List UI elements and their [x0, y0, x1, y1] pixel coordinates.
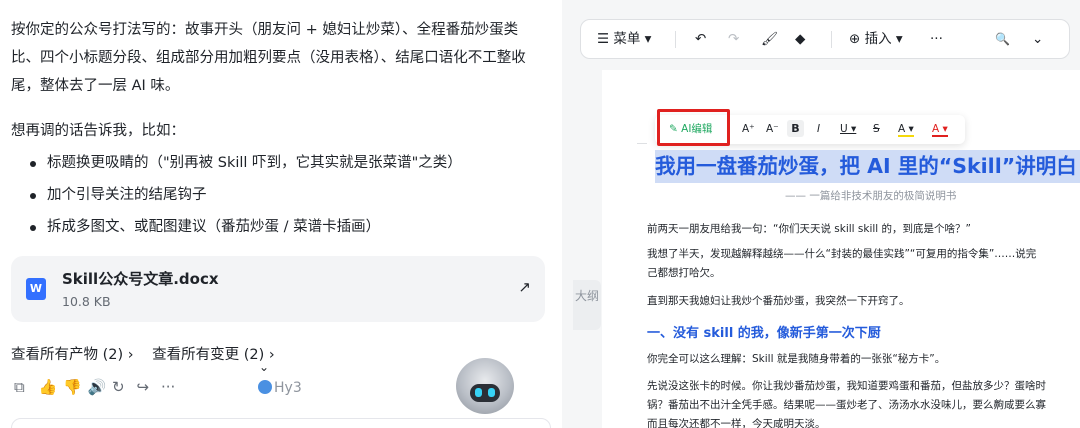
file-size: 10.8 KB	[62, 294, 111, 309]
document-subtitle[interactable]: —— 一篇给非技术朋友的极简说明书	[785, 188, 956, 203]
font-color-button[interactable]: A ▾	[932, 123, 948, 137]
chat-pane: 按你定的公众号打法写的：故事开头（朋友问 + 媳妇让炒菜）、全程番茄炒蛋类比、四…	[0, 0, 560, 428]
paragraph-line[interactable]: 先说没这张卡的时候。你让我炒番茄炒蛋，我知道要鸡蛋和番茄，但盐放多少？蛋啥时	[647, 378, 1046, 393]
thumbs-up-icon[interactable]: 👍	[39, 378, 64, 396]
word-document-icon: W	[26, 278, 46, 300]
underline-button[interactable]: U ▾	[840, 123, 856, 135]
insert-button[interactable]: ⊕ 插入 ▾	[849, 20, 903, 58]
avatar-eye	[475, 388, 482, 397]
scroll-down-icon[interactable]: ⌄	[256, 360, 272, 374]
bold-button[interactable]: B	[787, 120, 804, 137]
search-icon[interactable]: 🔍	[995, 20, 1010, 58]
paragraph-line[interactable]: 直到那天我媳妇让我炒个番茄炒蛋，我突然一下开窍了。	[647, 293, 910, 308]
assistant-message-paragraph: 按你定的公众号打法写的：故事开头（朋友问 + 媳妇让炒菜）、全程番茄炒蛋类比、四…	[11, 22, 526, 94]
paragraph-line[interactable]: 我想了半天，发现越解释越绕——什么“封装的最佳实践”“可复用的指令集”……说完	[647, 246, 1036, 261]
section-heading[interactable]: 一、没有 skill 的我，像新手第一次下厨	[647, 322, 881, 341]
file-attachment-card[interactable]: W Skill公众号文章.docx 10.8 KB ↗	[11, 256, 545, 322]
copy-icon[interactable]: ⧉	[14, 378, 39, 396]
paragraph-line[interactable]: 你完全可以这么理解：Skill 就是我随身带着的一张张“秘方卡”。	[647, 351, 945, 366]
paragraph-line[interactable]: 锅？番茄出不出汁全凭手感。结果呢——蛋炒老了、汤汤水水没味儿，要么齁咸要么寡	[647, 397, 1046, 412]
paragraph-line[interactable]: 而且每次还都不一样，今天咸明天淡。	[647, 416, 826, 428]
paragraph-line[interactable]: 己都想打哈欠。	[647, 265, 721, 280]
model-icon	[258, 380, 272, 394]
clear-format-icon[interactable]: ◆	[795, 20, 805, 58]
redo-icon[interactable]: ↷	[728, 20, 739, 58]
regenerate-icon[interactable]: ↻	[112, 378, 137, 396]
editor-toolbar: ☰ 菜单 ▾ ↶ ↷ 🖌 ◆ ⊕ 插入 ▾ ··· 🔍 ⌄	[580, 19, 1070, 59]
italic-button[interactable]: I	[817, 123, 820, 135]
chevron-down-icon[interactable]: ⌄	[1032, 20, 1043, 58]
outline-toggle[interactable]: 大纲	[573, 280, 601, 330]
assistant-message-prompt: 想再调的话告诉我，比如：	[11, 123, 185, 139]
model-tag: Hy3	[258, 380, 302, 396]
more-icon[interactable]: ···	[930, 20, 943, 58]
avatar-eye	[488, 388, 495, 397]
open-external-icon[interactable]: ↗	[518, 278, 531, 296]
read-aloud-icon[interactable]: 🔊	[88, 378, 113, 396]
model-name: Hy3	[274, 380, 302, 396]
highlight-color-button[interactable]: A ▾	[898, 123, 914, 137]
artifact-links: 查看所有产物 (2) › 查看所有变更 (2) ›	[11, 343, 289, 364]
suggestion-list: 标题换更吸睛的（"别再被 Skill 吓到，它其实就是张菜谱"之类） 加个引导关…	[30, 150, 462, 246]
thumbs-down-icon[interactable]: 👎	[63, 378, 88, 396]
assistant-avatar[interactable]	[456, 358, 514, 414]
block-handle[interactable]	[637, 143, 647, 144]
more-icon[interactable]: ···	[161, 378, 186, 396]
ai-edit-highlight-box	[657, 109, 730, 146]
format-painter-icon[interactable]: 🖌	[761, 20, 778, 58]
font-increase-icon[interactable]: A⁺	[742, 123, 755, 135]
list-item: 标题换更吸睛的（"别再被 Skill 吓到，它其实就是张菜谱"之类）	[30, 150, 462, 182]
chat-input-box[interactable]	[11, 418, 551, 428]
undo-icon[interactable]: ↶	[695, 20, 706, 58]
document-title[interactable]: 我用一盘番茄炒蛋，把 AI 里的“Skill”讲明白	[655, 150, 1080, 183]
list-item: 加个引导关注的结尾钩子	[30, 182, 462, 214]
menu-button[interactable]: ☰ 菜单 ▾	[597, 20, 651, 58]
strikethrough-button[interactable]: S	[873, 123, 880, 135]
view-all-products-link[interactable]: 查看所有产物 (2) ›	[11, 347, 134, 363]
font-decrease-icon[interactable]: A⁻	[766, 123, 779, 135]
share-icon[interactable]: ↪	[137, 378, 162, 396]
file-name: Skill公众号文章.docx	[62, 270, 219, 288]
toolbar-divider	[675, 31, 676, 48]
message-action-bar: ⧉ 👍 👎 🔊 ↻ ↪ ···	[14, 378, 186, 396]
list-item: 拆成多图文、或配图建议（番茄炒蛋 / 菜谱卡插画）	[30, 214, 462, 246]
toolbar-divider	[831, 31, 832, 48]
paragraph-line[interactable]: 前两天一朋友甩给我一句：“你们天天说 skill skill 的，到底是个啥？”	[647, 221, 971, 236]
